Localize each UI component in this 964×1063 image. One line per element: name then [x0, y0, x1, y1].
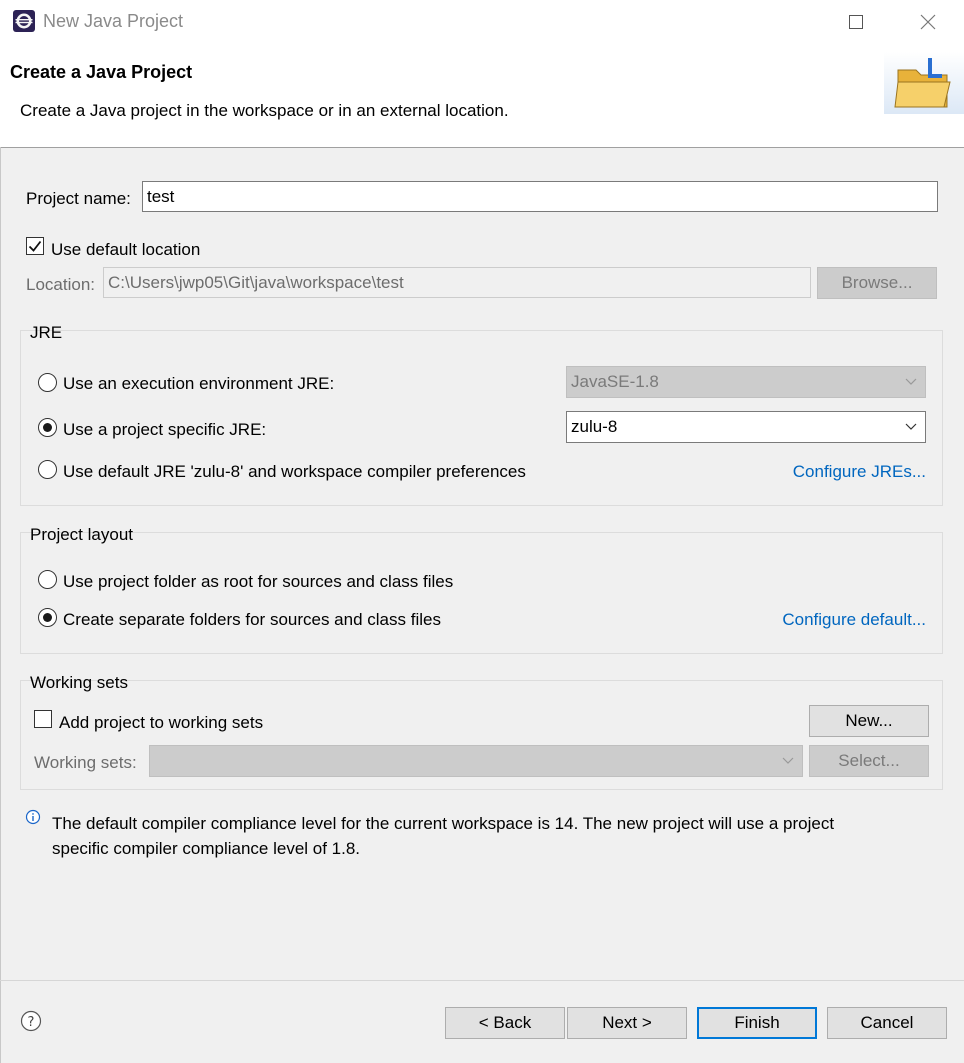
checkmark-icon [28, 240, 42, 252]
use-default-location-checkbox[interactable] [26, 237, 44, 255]
dialog-left-border [0, 147, 1, 1063]
configure-default-link[interactable]: Configure default... [782, 610, 926, 630]
working-sets-group-label: Working sets [30, 673, 128, 692]
select-working-sets-button: Select... [809, 745, 929, 777]
svg-text:?: ? [28, 1015, 35, 1030]
add-to-working-sets-label: Add project to working sets [59, 713, 264, 732]
use-default-location-label: Use default location [51, 240, 201, 259]
location-label: Location: [26, 275, 95, 294]
new-project-folder-icon [884, 52, 964, 114]
wizard-title: Create a Java Project [10, 62, 193, 82]
window-title: New Java Project [43, 11, 184, 31]
project-name-input[interactable]: test [142, 181, 938, 212]
chevron-down-icon [905, 378, 917, 385]
layout-separate-folders-label: Create separate folders for sources and … [63, 610, 441, 629]
layout-separate-folders-radio[interactable] [38, 608, 57, 627]
info-message-line2: specific compiler compliance level of 1.… [52, 839, 361, 858]
working-sets-combo [149, 745, 803, 777]
jre-project-specific-radio[interactable] [38, 418, 57, 437]
chevron-down-icon [782, 757, 794, 764]
working-sets-label: Working sets: [34, 753, 137, 772]
wizard-description: Create a Java project in the workspace o… [20, 101, 509, 120]
layout-root-folder-radio[interactable] [38, 570, 57, 589]
layout-root-folder-label: Use project folder as root for sources a… [63, 572, 454, 591]
jre-default-label: Use default JRE 'zulu-8' and workspace c… [63, 462, 526, 481]
browse-button: Browse... [817, 267, 937, 299]
project-layout-group [20, 532, 943, 654]
jre-project-specific-label: Use a project specific JRE: [63, 420, 267, 439]
execution-environment-value: JavaSE-1.8 [571, 372, 659, 391]
maximize-icon[interactable] [834, 6, 878, 38]
jre-group-label: JRE [30, 323, 63, 342]
eclipse-app-icon [12, 9, 36, 33]
finish-button[interactable]: Finish [697, 1007, 817, 1039]
jre-default-radio[interactable] [38, 460, 57, 479]
project-layout-group-label: Project layout [30, 525, 133, 544]
configure-jres-link[interactable]: Configure JREs... [793, 462, 926, 482]
back-button[interactable]: < Back [445, 1007, 565, 1039]
project-specific-jre-combo[interactable]: zulu-8 [566, 411, 926, 443]
radio-selected-dot [43, 613, 52, 622]
jre-execution-environment-radio[interactable] [38, 373, 57, 392]
jre-execution-environment-label: Use an execution environment JRE: [63, 374, 335, 393]
cancel-button[interactable]: Cancel [827, 1007, 947, 1039]
location-input: C:\Users\jwp05\Git\java\workspace\test [103, 267, 811, 298]
wizard-header: Create a Java Project Create a Java proj… [0, 44, 964, 148]
footer-separator [0, 980, 964, 981]
next-button[interactable]: Next > [567, 1007, 687, 1039]
project-specific-jre-value: zulu-8 [571, 417, 618, 436]
radio-selected-dot [43, 423, 52, 432]
add-to-working-sets-checkbox[interactable] [34, 710, 52, 728]
project-name-label: Project name: [26, 189, 131, 208]
chevron-down-icon [905, 423, 917, 430]
execution-environment-combo: JavaSE-1.8 [566, 366, 926, 398]
info-message-line1: The default compiler compliance level fo… [52, 814, 835, 833]
help-icon[interactable]: ? [20, 1010, 42, 1032]
close-icon[interactable] [906, 6, 950, 38]
new-working-set-button[interactable]: New... [809, 705, 929, 737]
info-icon [25, 809, 41, 825]
title-bar: New Java Project [0, 0, 964, 44]
